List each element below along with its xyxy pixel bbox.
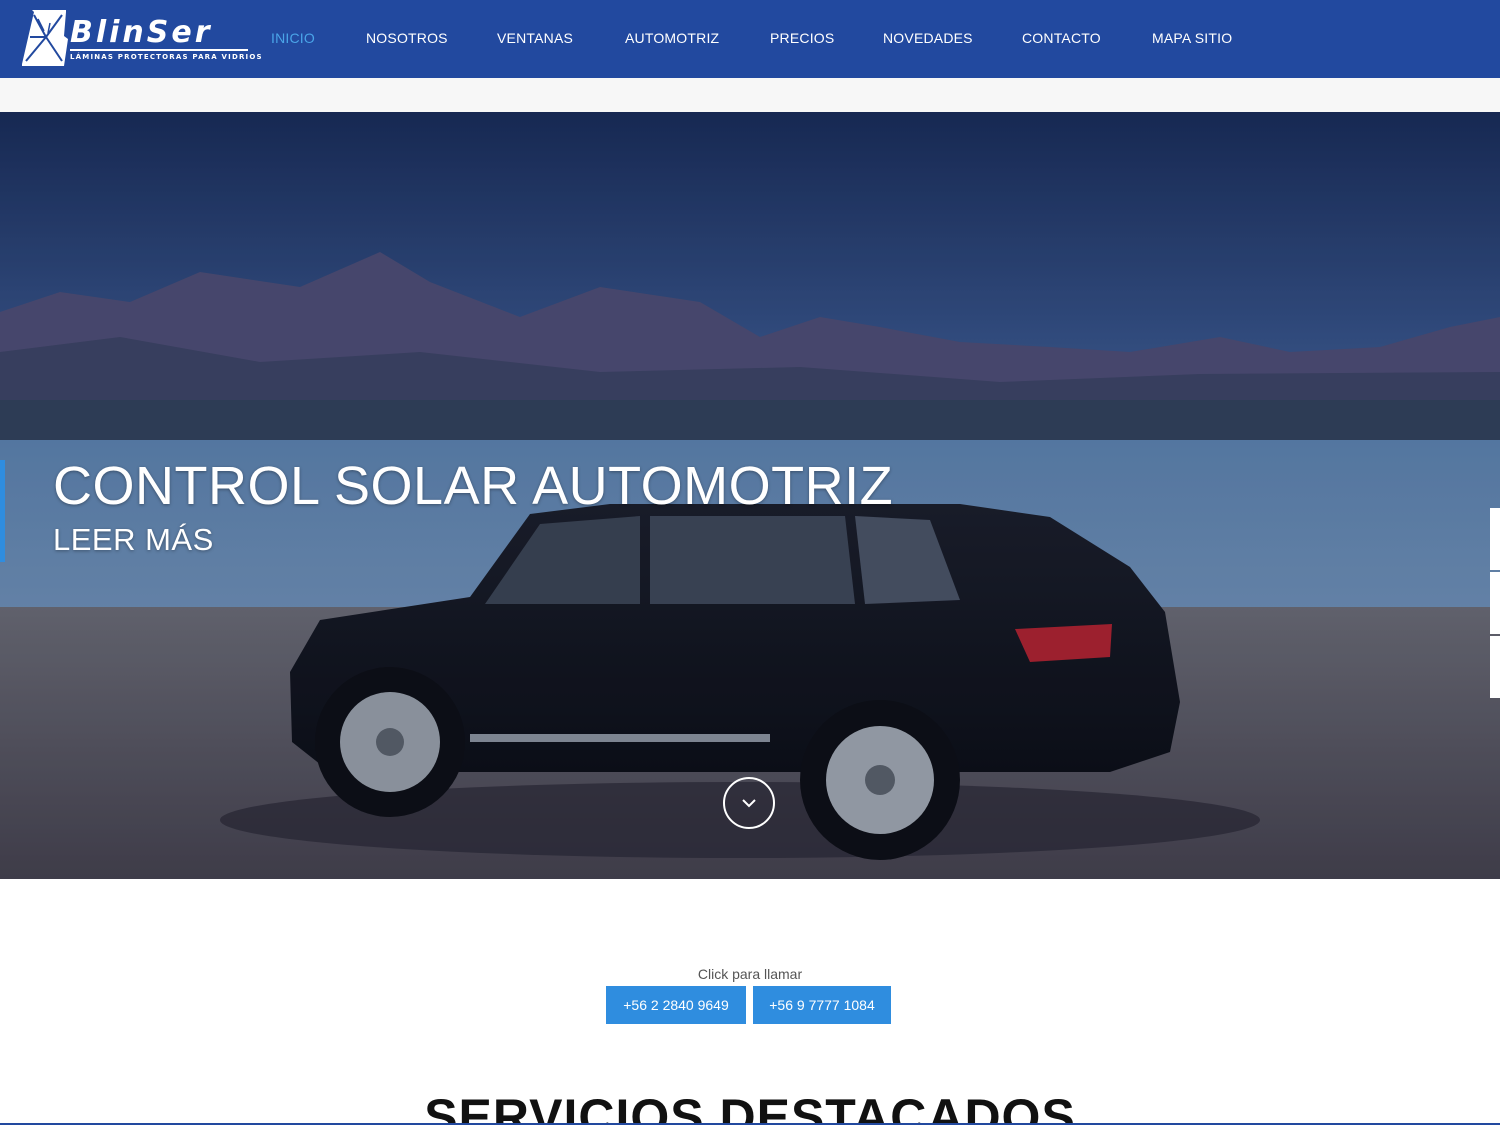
brand-tagline: LÁMINAS PROTECTORAS PARA VIDRIOS [70, 53, 263, 61]
phone-button-landline[interactable]: +56 2 2840 9649 [606, 986, 746, 1024]
slider-side-tab-1[interactable] [1490, 508, 1500, 570]
slider-side-tab-2[interactable] [1490, 572, 1500, 634]
hero-read-more-link[interactable]: LEER MÁS [53, 522, 214, 558]
nav-item-contacto[interactable]: CONTACTO [1022, 30, 1101, 46]
sub-header-bar [0, 78, 1500, 112]
nav-item-novedades[interactable]: NOVEDADES [883, 30, 973, 46]
logo-emblem-icon [22, 10, 68, 66]
nav-item-mapa-sitio[interactable]: MAPA SITIO [1152, 30, 1232, 46]
hero-title: CONTROL SOLAR AUTOMOTRIZ [53, 456, 894, 516]
nav-item-ventanas[interactable]: VENTANAS [497, 30, 573, 46]
slider-side-tab-3[interactable] [1490, 636, 1500, 698]
site-header: BlinSer LÁMINAS PROTECTORAS PARA VIDRIOS… [0, 0, 1500, 78]
brand-name: BlinSer [70, 15, 213, 50]
brand-logo[interactable]: BlinSer LÁMINAS PROTECTORAS PARA VIDRIOS [20, 9, 262, 69]
nav-item-inicio[interactable]: INICIO [271, 30, 315, 46]
phone-button-mobile[interactable]: +56 9 7777 1084 [753, 986, 891, 1024]
chevron-down-icon [742, 799, 756, 808]
featured-services-heading: SERVICIOS DESTACADOS [424, 1089, 1076, 1125]
call-label: Click para llamar [697, 966, 803, 982]
hero-accent-bar [0, 460, 5, 562]
nav-item-nosotros[interactable]: NOSOTROS [366, 30, 448, 46]
brand-underline [70, 49, 248, 51]
scroll-down-button[interactable] [723, 777, 775, 829]
hero-slider: CONTROL SOLAR AUTOMOTRIZ LEER MÁS [0, 112, 1500, 879]
nav-item-automotriz[interactable]: AUTOMOTRIZ [625, 30, 719, 46]
nav-item-precios[interactable]: PRECIOS [770, 30, 834, 46]
